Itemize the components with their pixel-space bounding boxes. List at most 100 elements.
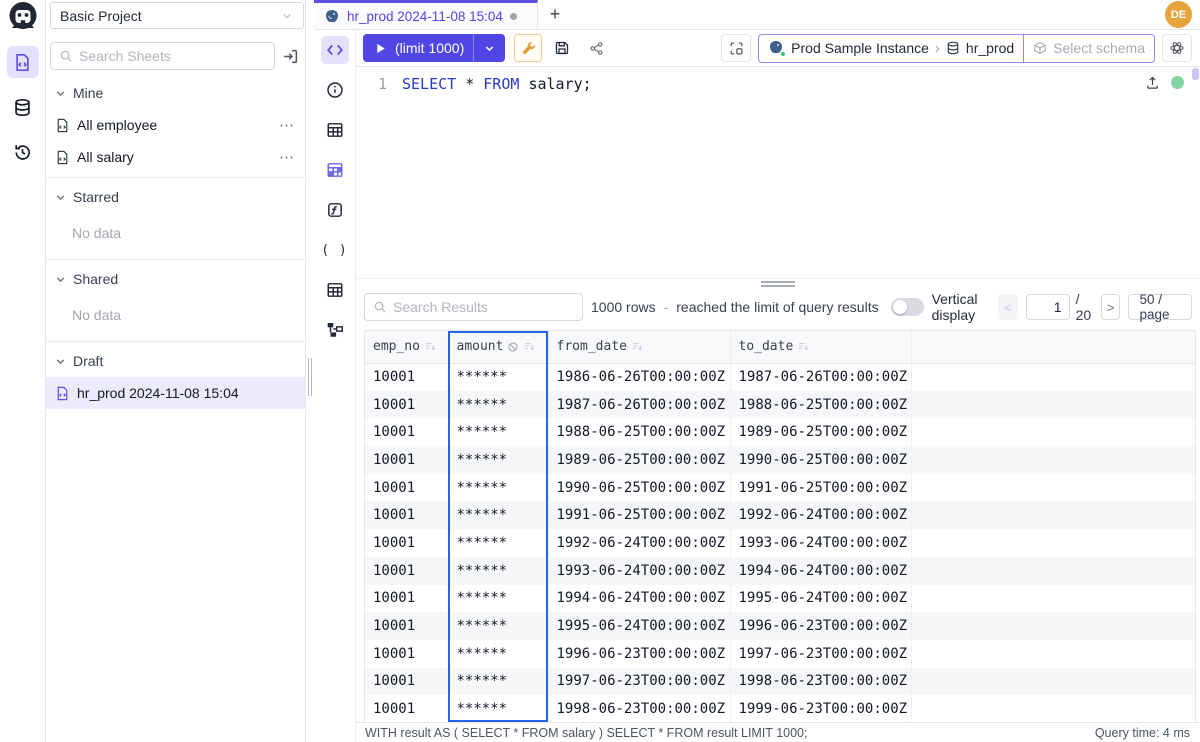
table-cell[interactable]: 10001 <box>365 529 448 557</box>
table-cell[interactable]: ****** <box>448 418 548 446</box>
table-cell[interactable]: 1994-06-24T00:00:00Z <box>730 557 911 585</box>
table-cell[interactable]: 1994-06-24T00:00:00Z <box>548 585 730 613</box>
section-header-draft[interactable]: Draft <box>46 344 305 377</box>
functions-icon[interactable] <box>321 196 349 224</box>
column-header-to_date[interactable]: to_date <box>730 331 911 363</box>
sidebar-tab-history[interactable] <box>7 136 39 168</box>
table-row[interactable]: 10001******1993-06-24T00:00:00Z1994-06-2… <box>365 557 1195 585</box>
table-cell[interactable]: 1996-06-23T00:00:00Z <box>730 612 911 640</box>
table-cell[interactable]: 1997-06-23T00:00:00Z <box>730 640 911 668</box>
table-row[interactable]: 10001******1994-06-24T00:00:00Z1995-06-2… <box>365 585 1195 613</box>
table-row[interactable]: 10001******1996-06-23T00:00:00Z1997-06-2… <box>365 640 1195 668</box>
table-cell[interactable]: 1991-06-25T00:00:00Z <box>548 501 730 529</box>
table-row[interactable]: 10001******1988-06-25T00:00:00Z1989-06-2… <box>365 418 1195 446</box>
table-cell[interactable]: 10001 <box>365 640 448 668</box>
table-cell[interactable]: 10001 <box>365 612 448 640</box>
prev-page-button[interactable]: < <box>998 294 1017 320</box>
share-sheet-button[interactable] <box>582 34 610 62</box>
vertical-display-toggle[interactable] <box>891 298 924 316</box>
collapse-sheet-panel-icon[interactable] <box>282 48 299 65</box>
sidebar-tab-databases[interactable] <box>7 91 39 123</box>
sheet-item[interactable]: All employee ⋯ <box>46 109 305 141</box>
table-cell[interactable]: 10001 <box>365 668 448 696</box>
run-options-dropdown[interactable] <box>473 34 505 62</box>
table-cell[interactable]: 1996-06-23T00:00:00Z <box>548 640 730 668</box>
table-cell[interactable]: ****** <box>448 668 548 696</box>
table-row[interactable]: 10001******1992-06-24T00:00:00Z1993-06-2… <box>365 529 1195 557</box>
schema-diagram-icon[interactable] <box>321 156 349 184</box>
panel-resize-handle[interactable] <box>308 358 312 396</box>
tab-worksheet[interactable]: hr_prod 2024-11-08 15:04 <box>314 0 538 29</box>
table-cell[interactable]: ****** <box>448 391 548 419</box>
table-cell[interactable]: 10001 <box>365 501 448 529</box>
new-tab-button[interactable]: + <box>538 0 572 29</box>
sort-icon[interactable] <box>797 340 810 353</box>
format-sql-button[interactable] <box>514 34 542 62</box>
table-cell[interactable]: 1993-06-24T00:00:00Z <box>730 529 911 557</box>
info-icon[interactable] <box>321 76 349 104</box>
table-cell[interactable]: 1998-06-23T00:00:00Z <box>548 695 730 722</box>
page-size-select[interactable]: 50 / page <box>1128 294 1192 320</box>
table-row[interactable]: 10001******1995-06-24T00:00:00Z1996-06-2… <box>365 612 1195 640</box>
table-cell[interactable]: 1991-06-25T00:00:00Z <box>730 474 911 502</box>
table-cell[interactable]: 10001 <box>365 363 448 391</box>
user-avatar[interactable]: DE <box>1165 1 1192 28</box>
table-cell[interactable]: 1997-06-23T00:00:00Z <box>548 668 730 696</box>
table-cell[interactable]: 1992-06-24T00:00:00Z <box>730 501 911 529</box>
table-cell[interactable]: 1989-06-25T00:00:00Z <box>730 418 911 446</box>
bytebase-logo-icon[interactable] <box>4 1 42 33</box>
table-row[interactable]: 10001******1990-06-25T00:00:00Z1991-06-2… <box>365 474 1195 502</box>
table-cell[interactable]: 10001 <box>365 474 448 502</box>
batch-query-button[interactable] <box>721 34 751 62</box>
table-cell[interactable]: 1987-06-26T00:00:00Z <box>548 391 730 419</box>
table-cell[interactable]: 1989-06-25T00:00:00Z <box>548 446 730 474</box>
ai-assistant-icon[interactable] <box>1162 34 1192 62</box>
upload-sql-icon[interactable] <box>1145 75 1160 90</box>
table-cell[interactable]: ****** <box>448 529 548 557</box>
table-cell[interactable]: ****** <box>448 501 548 529</box>
save-sheet-button[interactable] <box>548 34 576 62</box>
column-header-emp_no[interactable]: emp_no <box>365 331 448 363</box>
table-cell[interactable]: 10001 <box>365 418 448 446</box>
table-cell[interactable]: 1990-06-25T00:00:00Z <box>548 474 730 502</box>
table-cell[interactable]: 10001 <box>365 585 448 613</box>
table-cell[interactable]: 10001 <box>365 695 448 722</box>
table-cell[interactable]: 1988-06-25T00:00:00Z <box>730 391 911 419</box>
section-header-shared[interactable]: Shared <box>46 262 305 295</box>
next-page-button[interactable]: > <box>1101 294 1121 320</box>
sort-icon[interactable] <box>424 340 437 353</box>
table-cell[interactable]: 1999-06-23T00:00:00Z <box>730 695 911 722</box>
table-cell[interactable]: 10001 <box>365 446 448 474</box>
table-cell[interactable]: ****** <box>448 640 548 668</box>
table-row[interactable]: 10001******1986-06-26T00:00:00Z1987-06-2… <box>365 363 1195 391</box>
table-cell[interactable]: ****** <box>448 695 548 722</box>
code-editor-icon[interactable] <box>321 36 349 64</box>
project-select[interactable]: Basic Project <box>50 2 304 29</box>
results-resizer[interactable] <box>356 278 1200 288</box>
external-tables-icon[interactable] <box>321 276 349 304</box>
resize-handle-icon[interactable] <box>761 281 795 287</box>
table-cell[interactable]: ****** <box>448 557 548 585</box>
column-header-amount[interactable]: amount <box>448 331 548 363</box>
table-cell[interactable]: ****** <box>448 585 548 613</box>
table-cell[interactable]: ****** <box>448 474 548 502</box>
page-number-input[interactable] <box>1026 294 1070 320</box>
table-row[interactable]: 10001******1991-06-25T00:00:00Z1992-06-2… <box>365 501 1195 529</box>
table-cell[interactable]: 1995-06-24T00:00:00Z <box>548 612 730 640</box>
table-cell[interactable]: ****** <box>448 446 548 474</box>
run-query-button[interactable]: (limit 1000) <box>363 34 505 62</box>
sidebar-tab-worksheets[interactable] <box>7 46 39 78</box>
more-actions-icon[interactable]: ⋯ <box>279 148 295 166</box>
more-actions-icon[interactable]: ⋯ <box>279 116 295 134</box>
instance-database-select[interactable]: Prod Sample Instance › hr_prod <box>759 35 1023 62</box>
table-cell[interactable]: 1987-06-26T00:00:00Z <box>730 363 911 391</box>
table-row[interactable]: 10001******1997-06-23T00:00:00Z1998-06-2… <box>365 668 1195 696</box>
section-header-mine[interactable]: Mine <box>46 76 305 109</box>
table-cell[interactable]: 1986-06-26T00:00:00Z <box>548 363 730 391</box>
table-cell[interactable]: 1992-06-24T00:00:00Z <box>548 529 730 557</box>
table-cell[interactable]: ****** <box>448 612 548 640</box>
editor-scrollbar[interactable] <box>1192 68 1199 80</box>
table-cell[interactable]: 10001 <box>365 557 448 585</box>
sort-icon[interactable] <box>631 340 644 353</box>
sheet-item[interactable]: All salary ⋯ <box>46 141 305 173</box>
